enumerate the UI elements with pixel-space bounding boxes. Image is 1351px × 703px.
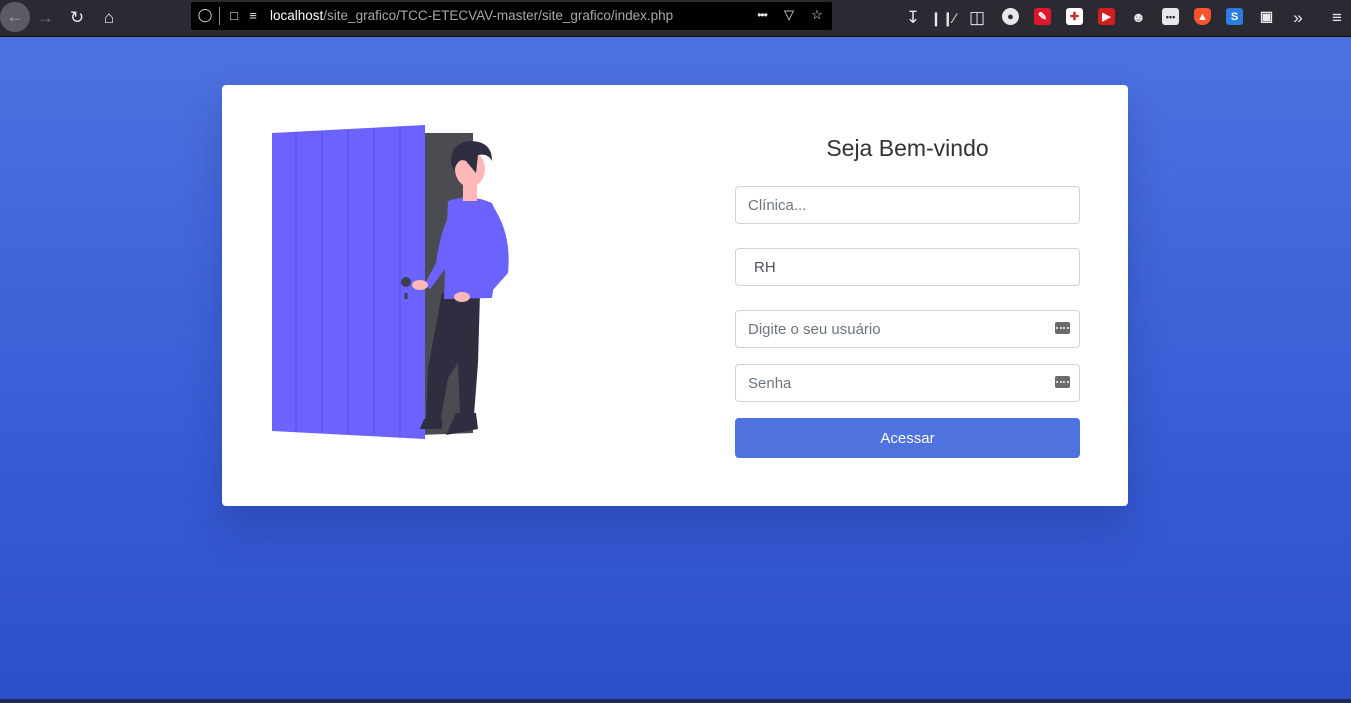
clinica-field[interactable] [735, 186, 1080, 224]
page-icon[interactable]: □ [226, 7, 242, 23]
url-separator [219, 7, 220, 25]
username-field[interactable] [735, 310, 1080, 348]
brave-shield-icon[interactable]: ▲ [1194, 8, 1211, 25]
password-field[interactable] [735, 364, 1080, 402]
downloads-icon[interactable]: ↧ [899, 4, 927, 32]
clinica-input[interactable] [736, 187, 1048, 223]
shield-icon[interactable]: ◯ [197, 7, 213, 23]
key-icon[interactable] [1055, 322, 1070, 334]
bookmark-star-icon[interactable]: ☆ [809, 7, 825, 23]
url-path: /site_grafico/TCC-ETECVAV-master/site_gr… [323, 8, 674, 23]
reload-icon[interactable]: ↻ [63, 4, 91, 32]
home-icon[interactable]: ⌂ [95, 4, 123, 32]
welcome-title: Seja Bem-vindo [826, 135, 989, 161]
key-icon[interactable] [1055, 376, 1070, 388]
menu-icon[interactable]: ≡ [1323, 4, 1351, 32]
more-extension-icon[interactable]: ••• [1162, 8, 1179, 25]
back-icon[interactable]: ← [0, 2, 30, 32]
rh-select-value: RH [754, 259, 776, 276]
cross-extension-icon[interactable]: ✚ [1066, 8, 1083, 25]
chat-extension-icon[interactable]: ● [1002, 8, 1019, 25]
pocket-icon[interactable]: ▽ [781, 7, 797, 23]
acessar-button[interactable]: Acessar [735, 418, 1080, 458]
permissions-icon[interactable]: ≡ [245, 7, 261, 23]
url-host: localhost [270, 8, 324, 23]
login-card: Seja Bem-vindo RH Acessar [222, 85, 1128, 506]
sidebar-icon[interactable]: ◫ [963, 4, 991, 32]
page-actions-icon[interactable]: ••• [751, 7, 773, 23]
window-bottom-edge [0, 699, 1351, 703]
url-bar[interactable]: ◯ □ ≡ localhost/site_grafico/TCC-ETECVAV… [191, 2, 832, 30]
rh-select[interactable]: RH [735, 248, 1080, 286]
forward-icon[interactable]: → [31, 4, 59, 32]
username-input[interactable] [736, 311, 1048, 347]
browser-toolbar: ← → ↻ ⌂ ◯ □ ≡ localhost/site_grafico/TCC… [0, 0, 1351, 37]
overflow-chevron-icon[interactable]: » [1284, 4, 1312, 32]
video-extension-icon[interactable]: ▶ [1098, 8, 1115, 25]
person-opening-door-illustration [272, 125, 509, 439]
screenshot-icon[interactable]: ▣ [1258, 8, 1275, 25]
account-icon[interactable]: ☻ [1130, 8, 1147, 25]
url-text[interactable]: localhost/site_grafico/TCC-ETECVAV-maste… [270, 8, 673, 23]
pen-extension-icon[interactable]: ✎ [1034, 8, 1051, 25]
password-input[interactable] [736, 365, 1048, 401]
s-extension-icon[interactable]: S [1226, 8, 1243, 25]
library-icon[interactable]: ❙❙⁄ [929, 4, 957, 32]
